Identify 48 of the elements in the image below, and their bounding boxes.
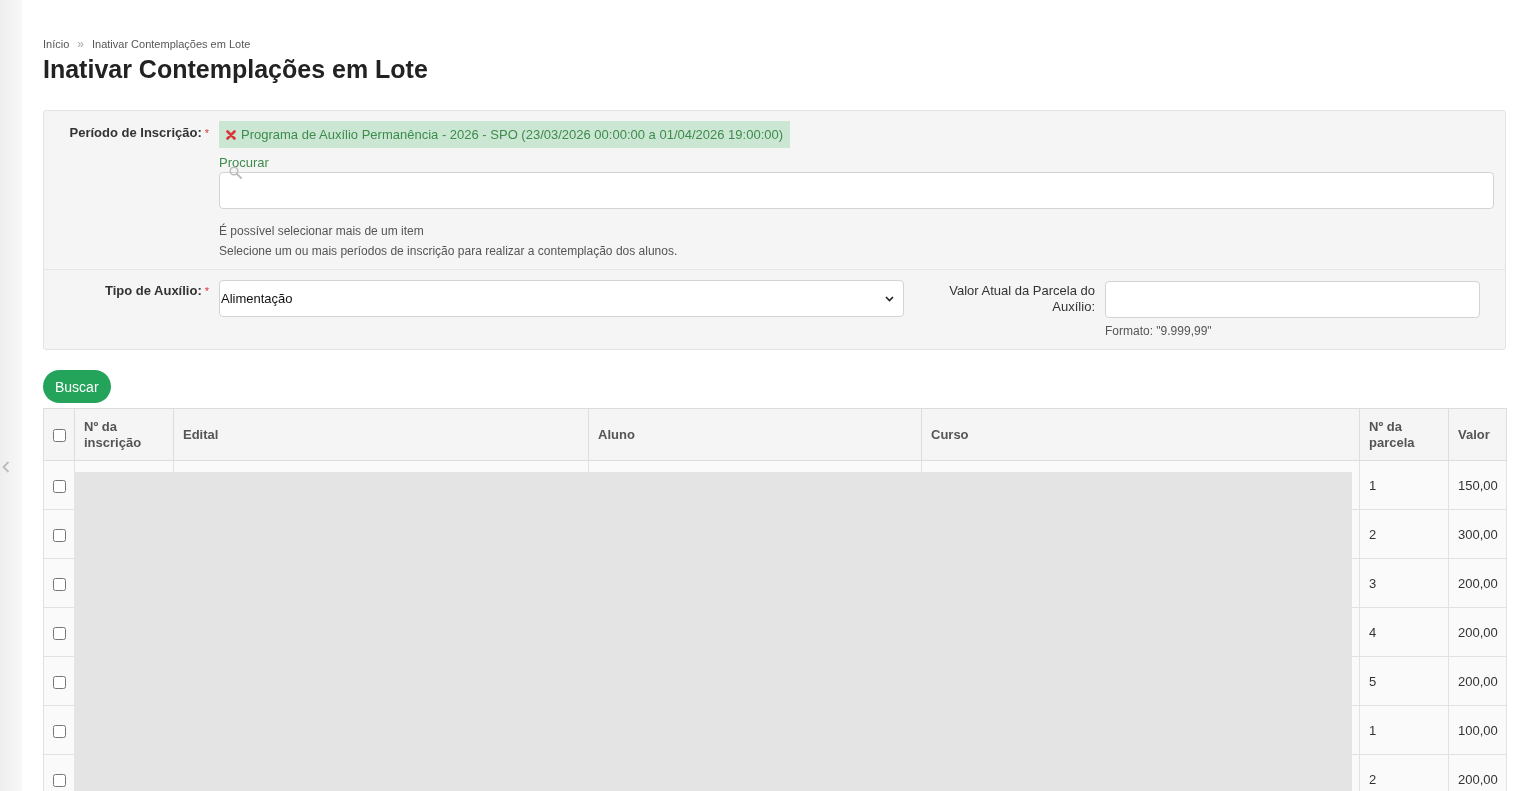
row-checkbox[interactable]	[52, 528, 66, 542]
column-header: Aluno	[588, 408, 922, 461]
search-label: Procurar	[219, 155, 269, 171]
value-input[interactable]	[1105, 281, 1480, 318]
field-label: Valor Atual da Parcela do Auxílio:	[949, 283, 1095, 314]
row-checkbox[interactable]	[52, 724, 66, 738]
table-cell: 150,00	[1448, 460, 1507, 510]
close-icon[interactable]	[226, 129, 236, 140]
row-checkbox[interactable]	[52, 577, 66, 591]
column-header: Nº da parcela	[1359, 408, 1449, 461]
table-cell: 100,00	[1448, 705, 1507, 755]
table-cell: 200,00	[1448, 656, 1507, 706]
field-label: Período de Inscrição:	[69, 125, 202, 140]
field-label: Tipo de Auxílio:	[104, 283, 202, 298]
help-text: É possível selecionar mais de um item	[219, 222, 424, 240]
chevron-down-icon	[885, 295, 894, 302]
help-text: Selecione um ou mais períodos de inscrição para realizar a contemplação dos alunos.	[219, 243, 678, 260]
required-mark: *	[204, 127, 209, 139]
search-field[interactable]	[219, 172, 1494, 209]
table-cell: 2	[1359, 509, 1449, 559]
format-hint: Formato: "9.999,99"	[1105, 323, 1212, 339]
breadcrumb-separator: »	[77, 37, 84, 51]
breadcrumb-current: Inativar Contemplações em Lote	[92, 37, 251, 51]
search-icon	[229, 166, 242, 179]
table-cell: 300,00	[1448, 509, 1507, 559]
column-header: Edital	[173, 408, 589, 461]
row-checkbox[interactable]	[52, 675, 66, 689]
aid-type-select[interactable]: Alimentação	[219, 280, 904, 317]
page-title: Inativar Contemplações em Lote	[43, 54, 429, 85]
required-mark: *	[204, 285, 209, 297]
select-all-checkbox[interactable]	[52, 428, 66, 442]
breadcrumb-link[interactable]: Início	[43, 37, 70, 51]
column-header: Valor	[1448, 408, 1507, 461]
row-checkbox[interactable]	[52, 479, 66, 493]
column-header: Curso	[921, 408, 1360, 461]
row-checkbox[interactable]	[52, 626, 66, 640]
table-cell: 200,00	[1448, 558, 1507, 608]
table-cell: 200,00	[1448, 607, 1507, 657]
table-cell: 200,00	[1448, 754, 1507, 791]
table-cell: 2	[1359, 754, 1449, 791]
table-cell: 1	[1359, 705, 1449, 755]
table-cell: 5	[1359, 656, 1449, 706]
column-header: Nº da inscrição	[74, 408, 174, 461]
tag-label: Programa de Auxílio Permanência - 2026 - SPO (23/03/2026 00:00:00 a 01/04/2026 19:00:00)	[241, 127, 784, 142]
row-checkbox[interactable]	[52, 773, 66, 787]
table-cell: 4	[1359, 607, 1449, 657]
table-cell: 3	[1359, 558, 1449, 608]
table-cell: 1	[1359, 460, 1449, 510]
